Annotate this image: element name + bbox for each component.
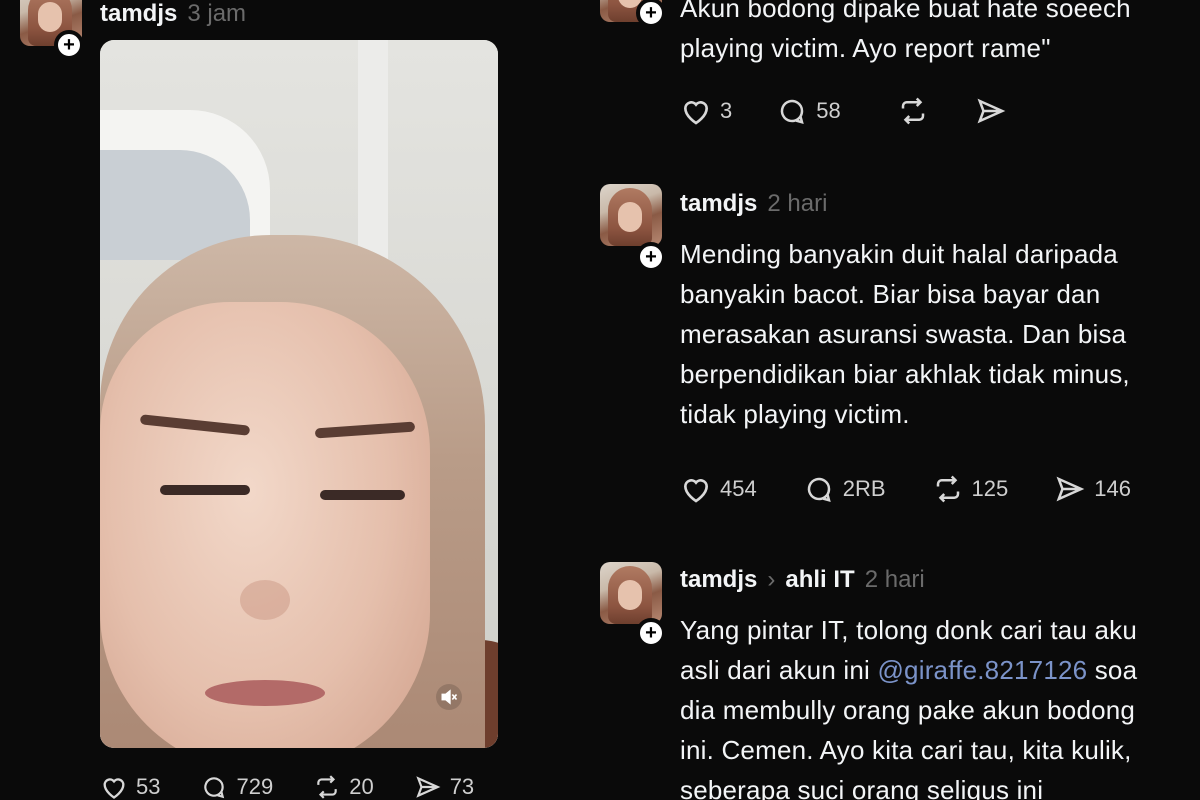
- username[interactable]: tamdjs: [680, 566, 757, 594]
- repost-icon: [317, 775, 337, 799]
- share-count: 146: [1094, 476, 1131, 501]
- post-text: Yang pintar IT, tolong donk cari tau aku…: [680, 610, 1137, 800]
- repost-icon: [936, 475, 959, 503]
- reply-count: 2RB: [842, 476, 886, 501]
- left-post-actions: 53 729 20 73: [100, 774, 474, 800]
- follow-plus-icon[interactable]: +: [636, 618, 666, 648]
- share-button[interactable]: [975, 96, 1007, 126]
- reply-count: 729: [236, 774, 274, 799]
- post-time: 2 hari: [767, 190, 828, 217]
- speaker-muted-icon[interactable]: [436, 684, 462, 710]
- send-icon: [977, 98, 1006, 124]
- heart-icon: [103, 778, 125, 799]
- avatar[interactable]: [600, 184, 662, 246]
- repost-button[interactable]: [897, 96, 929, 126]
- like-count: 454: [720, 476, 757, 501]
- share-button[interactable]: 146: [1054, 474, 1131, 504]
- follow-plus-icon[interactable]: +: [636, 242, 666, 272]
- post-text-line: seberapa suci orang seligus ini: [680, 775, 1044, 800]
- post-time: 3 jam: [187, 0, 247, 27]
- heart-icon: [683, 101, 709, 125]
- follow-plus-icon[interactable]: +: [54, 30, 84, 60]
- post-time: 2 hari: [864, 566, 925, 593]
- threads-feed: + tamdjs 3 jam 53 729 20 73 + Akun bodon…: [0, 0, 1200, 800]
- avatar[interactable]: [600, 562, 662, 624]
- post-header: tamdjs 2 hari: [680, 190, 827, 218]
- repost-button[interactable]: 125: [932, 474, 1009, 504]
- post-text: Mending banyakin duit halal daripada ban…: [680, 239, 1130, 429]
- middle-post-actions: 454 2RB 125 146: [680, 474, 1131, 504]
- repost-icon: [901, 97, 924, 125]
- follow-plus-icon[interactable]: +: [636, 0, 666, 28]
- repost-count: 20: [349, 774, 374, 799]
- username[interactable]: tamdjs: [680, 190, 757, 218]
- mention-link[interactable]: @giraffe.8217126: [877, 655, 1087, 685]
- post-text-line: Yang pintar IT, tolong donk cari tau aku: [680, 615, 1138, 645]
- video-player[interactable]: [100, 40, 498, 748]
- post-header: tamdjs 3 jam: [100, 0, 246, 28]
- comment-icon: [204, 777, 225, 799]
- reply-button[interactable]: 58: [776, 96, 841, 126]
- like-count: 3: [720, 98, 733, 123]
- reply-to-username[interactable]: ahli IT: [785, 566, 854, 594]
- username[interactable]: tamdjs: [100, 0, 177, 28]
- like-button[interactable]: 454: [680, 474, 757, 504]
- like-button[interactable]: 3: [680, 96, 732, 126]
- comment-icon: [781, 99, 804, 125]
- repost-button[interactable]: 20: [313, 774, 374, 800]
- reply-button[interactable]: 2RB: [803, 474, 886, 504]
- comment-icon: [807, 477, 831, 503]
- reply-count: 58: [816, 98, 841, 123]
- share-button[interactable]: 73: [414, 774, 474, 800]
- send-icon: [1056, 476, 1085, 502]
- reply-button[interactable]: 729: [200, 774, 273, 800]
- post-text-line: ini. Cemen. Ayo kita cari tau, kita kuli…: [680, 735, 1132, 765]
- like-button[interactable]: 53: [100, 774, 160, 800]
- like-count: 53: [136, 774, 161, 799]
- chevron-right-icon: ›: [767, 566, 776, 593]
- post-text-line: asli dari akun ini @giraffe.8217126 soa: [680, 655, 1138, 685]
- post-header: tamdjs › ahli IT 2 hari: [680, 566, 925, 594]
- send-icon: [416, 776, 441, 798]
- share-count: 73: [449, 774, 475, 799]
- post-text-line: dia membully orang pake akun bodong: [680, 695, 1136, 725]
- heart-icon: [683, 479, 709, 503]
- post-text: Akun bodong dipake buat hate soeech play…: [680, 0, 1131, 63]
- top-post-actions: 3 58: [680, 96, 1007, 126]
- repost-count: 125: [971, 476, 1009, 501]
